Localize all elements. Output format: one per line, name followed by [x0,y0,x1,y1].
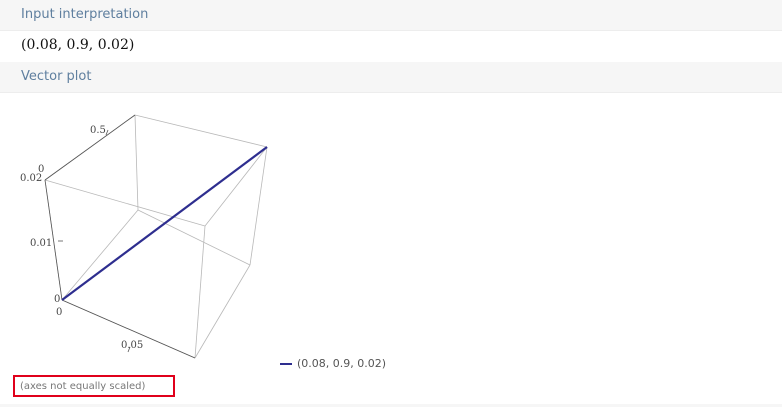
input-value: (0.08, 0.9, 0.02) [21,37,135,53]
z-tick-label: 0.02 [20,173,42,184]
plot-pod-title: Vector plot [21,69,92,84]
legend-swatch [280,362,292,365]
origin-tick-label: 0 [56,307,62,318]
x-tick-label: 0.05 [121,340,143,351]
plot-legend: (0.08, 0.9, 0.02) [280,357,386,370]
bounding-box [44,114,268,359]
vector-plot-area: 0.5 0 0.02 0.01 0 0 0.05 [0,93,782,407]
plot-pod-header: Vector plot [0,62,782,93]
input-pod-title: Input interpretation [21,7,149,22]
y-tick-label: 0.5 [90,125,106,136]
origin-tick-label: 0 [54,294,60,305]
axes-scale-note: (axes not equally scaled) [20,381,146,392]
wolfram-result-page: Input interpretation (0.08, 0.9, 0.02) V… [0,0,782,407]
vector-plot-svg: 0.5 0 0.02 0.01 0 0 0.05 [20,114,268,359]
legend-label: (0.08, 0.9, 0.02) [297,357,387,370]
axes [44,114,196,359]
z-tick-label: 0.01 [30,238,52,249]
vector-line [61,146,268,301]
input-pod-header: Input interpretation [0,0,782,31]
